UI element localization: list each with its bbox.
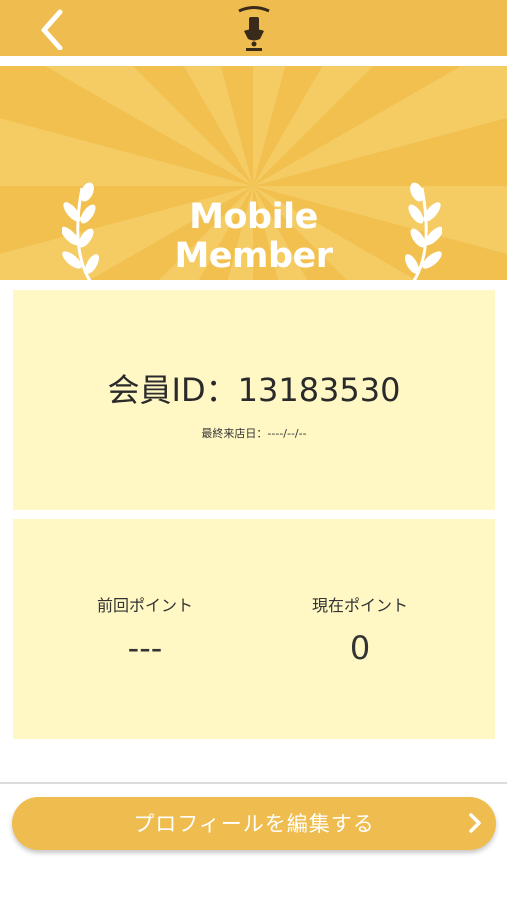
chevron-left-icon	[41, 9, 63, 50]
current-points-value: 0	[349, 629, 371, 667]
last-visit-label: 最終来店日：	[201, 427, 268, 440]
points-card: 前回ポイント --- 現在ポイント 0	[13, 519, 495, 739]
member-id-value: 13183530	[237, 371, 401, 409]
divider	[0, 782, 507, 784]
member-banner: Mobile Member	[0, 66, 507, 280]
member-id-card: 会員ID：13183530 最終来店日：----/--/--	[13, 290, 495, 510]
edit-profile-button[interactable]: プロフィールを編集する	[12, 797, 496, 850]
previous-points-value: ---	[127, 629, 163, 667]
previous-points-label: 前回ポイント	[96, 596, 193, 615]
last-visit: 最終来店日：----/--/--	[13, 425, 495, 441]
last-visit-value: ----/--/--	[267, 427, 307, 440]
chevron-right-icon	[469, 813, 481, 833]
edit-profile-label: プロフィールを編集する	[133, 812, 375, 836]
banner-title-line1: Mobile	[189, 197, 318, 237]
top-bar	[0, 0, 507, 56]
brand-logo	[238, 6, 270, 51]
current-points-label: 現在ポイント	[311, 596, 408, 615]
member-id: 会員ID：13183530	[13, 370, 495, 410]
member-id-label: 会員ID：	[107, 371, 238, 409]
back-button[interactable]	[30, 6, 74, 50]
banner-title-line2: Member	[174, 236, 333, 276]
